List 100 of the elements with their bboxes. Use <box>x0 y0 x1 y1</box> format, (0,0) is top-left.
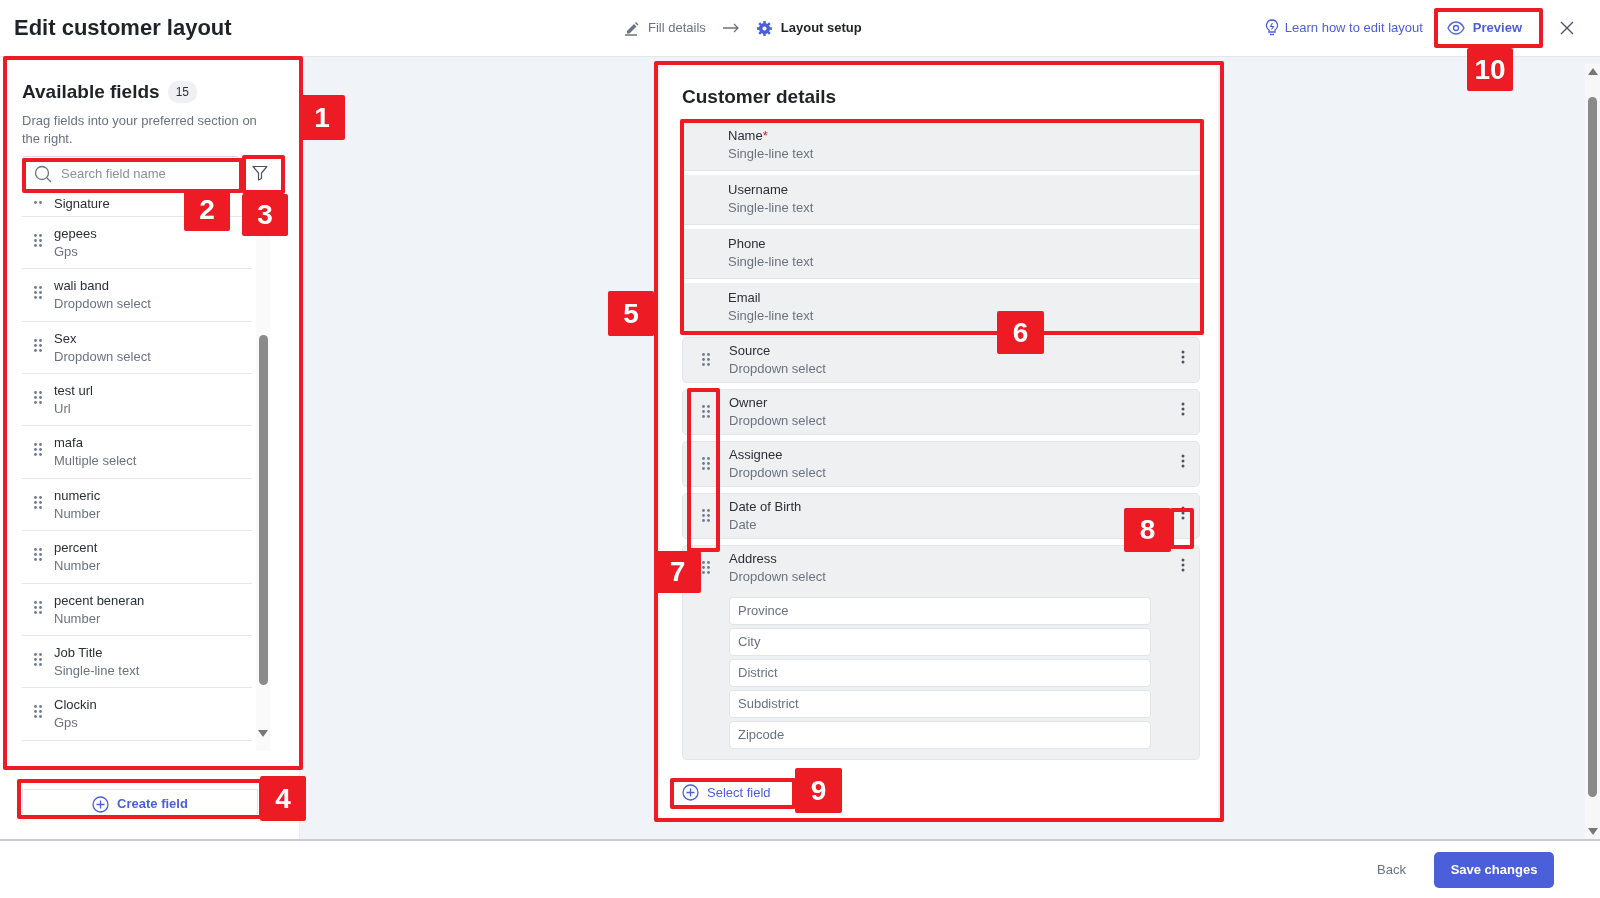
count-badge: 15 <box>167 81 197 104</box>
scroll-up-arrow-icon[interactable] <box>1587 68 1598 75</box>
kebab-menu-icon[interactable] <box>1181 349 1185 364</box>
save-button[interactable]: Save changes <box>1434 851 1554 888</box>
field-type: Gps <box>54 242 78 261</box>
field-name: Name* <box>728 126 768 145</box>
field-type: Single-line text <box>728 198 814 217</box>
field-type: Number <box>54 557 101 576</box>
field-type: Single-line text <box>728 306 814 325</box>
panel-description: Drag fields into your preferred section on the right. <box>22 111 258 148</box>
close-icon[interactable] <box>1560 21 1574 35</box>
filter-icon[interactable] <box>252 165 268 182</box>
scrollbar-thumb[interactable] <box>1588 96 1597 797</box>
drag-handle-icon[interactable] <box>702 560 710 574</box>
annotation-number: 4 <box>260 776 306 821</box>
field-list-item[interactable]: Clockin Gps <box>22 688 252 741</box>
page-title: Edit customer layout <box>14 14 233 42</box>
field-name: mafa <box>54 434 83 453</box>
kebab-menu-icon[interactable] <box>1181 401 1185 416</box>
field-list-item[interactable]: Job Title Single-line text <box>22 635 252 689</box>
field-type: Single-line text <box>728 252 814 271</box>
field-type: Dropdown select <box>729 463 826 482</box>
field-name: gepees <box>54 224 97 243</box>
annotation-number: 6 <box>997 311 1044 354</box>
field-type: Date <box>729 515 757 534</box>
field-type: Dropdown select <box>729 567 826 586</box>
help-link[interactable]: Learn how to edit layout <box>1264 18 1423 38</box>
drag-handle-icon[interactable] <box>34 390 42 404</box>
field-name: Email <box>728 288 761 307</box>
field-type: Single-line text <box>54 661 140 680</box>
subfield-input[interactable]: Subdistrict <box>729 689 1151 718</box>
field-list-item[interactable]: percent Number <box>22 531 252 584</box>
field-name: Username <box>728 180 788 199</box>
drag-handle-icon[interactable] <box>34 652 42 666</box>
field-type: Number <box>54 504 101 523</box>
section-title: Customer details <box>682 86 838 109</box>
field-list-item[interactable]: numeric Number <box>22 478 252 532</box>
drag-handle-icon[interactable] <box>34 443 42 457</box>
field-name: Assignee <box>729 445 783 464</box>
drag-handle-icon[interactable] <box>34 600 42 614</box>
annotation-number: 10 <box>1467 48 1513 91</box>
field-list-item[interactable]: Sex Dropdown select <box>22 321 252 374</box>
field-name: test url <box>54 381 93 400</box>
drag-handle-icon[interactable] <box>34 705 42 719</box>
plus-circle-icon <box>92 795 110 813</box>
field-name: wali band <box>54 277 109 296</box>
field-name: pecent beneran <box>54 591 145 610</box>
field-type: Gps <box>54 714 78 733</box>
annotation-number: 8 <box>1124 508 1171 552</box>
eye-icon <box>1446 21 1465 35</box>
field-list-item[interactable]: test url Url <box>22 373 252 427</box>
field-type: Number <box>54 609 101 628</box>
field-list-item[interactable]: wali band Dropdown select <box>22 269 252 322</box>
field-name: Clockin <box>54 696 97 715</box>
gear-icon <box>755 19 773 37</box>
field-name: numeric <box>54 486 101 505</box>
field-list-item[interactable]: Signature <box>22 194 110 217</box>
subfield-input[interactable]: District <box>729 658 1151 687</box>
drag-handle-icon[interactable] <box>34 200 42 204</box>
subfield-input[interactable]: Province <box>729 596 1151 625</box>
drag-handle-icon[interactable] <box>702 508 710 522</box>
drag-handle-icon[interactable] <box>702 404 710 418</box>
drag-handle-icon[interactable] <box>34 233 42 247</box>
scrollbar-thumb[interactable] <box>258 334 268 685</box>
field-name: percent <box>54 539 98 558</box>
drag-handle-icon[interactable] <box>34 548 42 562</box>
field-list-item[interactable]: pecent beneran Number <box>22 583 252 636</box>
back-button[interactable]: Back <box>1371 858 1412 881</box>
field-name: Source <box>729 341 771 360</box>
step-indicator: Layout setup <box>755 18 862 38</box>
kebab-menu-icon[interactable] <box>1181 453 1185 468</box>
step-indicator: Fill details <box>624 18 706 38</box>
plus-circle-icon <box>682 784 699 801</box>
scroll-down-arrow-icon[interactable] <box>258 729 268 737</box>
drag-handle-icon[interactable] <box>702 352 710 366</box>
pencil-icon <box>624 20 640 36</box>
field-name: Date of Birth <box>729 497 802 516</box>
field-name: Owner <box>729 393 768 412</box>
field-type: Dropdown select <box>54 347 151 366</box>
subfield-input[interactable]: Zipcode <box>729 720 1151 749</box>
panel-title: Available fields <box>22 81 160 104</box>
drag-handle-icon[interactable] <box>34 495 42 509</box>
search-icon <box>34 164 52 183</box>
field-name: Job Title <box>54 643 103 662</box>
lightbulb-icon <box>1264 19 1279 37</box>
scroll-down-arrow-icon[interactable] <box>1587 828 1598 835</box>
field-name: Address <box>729 549 777 568</box>
drag-handle-icon[interactable] <box>34 338 42 352</box>
field-name: Phone <box>728 234 766 253</box>
annotation-number: 9 <box>795 768 842 813</box>
field-list-item[interactable]: mafa Multiple select <box>22 426 252 479</box>
subfield-input[interactable]: City <box>729 627 1151 656</box>
field-type: Single-line text <box>728 144 814 163</box>
drag-handle-icon[interactable] <box>34 286 42 300</box>
drag-handle-icon[interactable] <box>702 456 710 470</box>
field-type: Multiple select <box>54 452 137 471</box>
kebab-menu-icon[interactable] <box>1181 557 1185 572</box>
field-name: Sex <box>54 329 77 348</box>
kebab-menu-icon[interactable] <box>1181 505 1185 520</box>
field-type: Dropdown select <box>54 295 151 314</box>
